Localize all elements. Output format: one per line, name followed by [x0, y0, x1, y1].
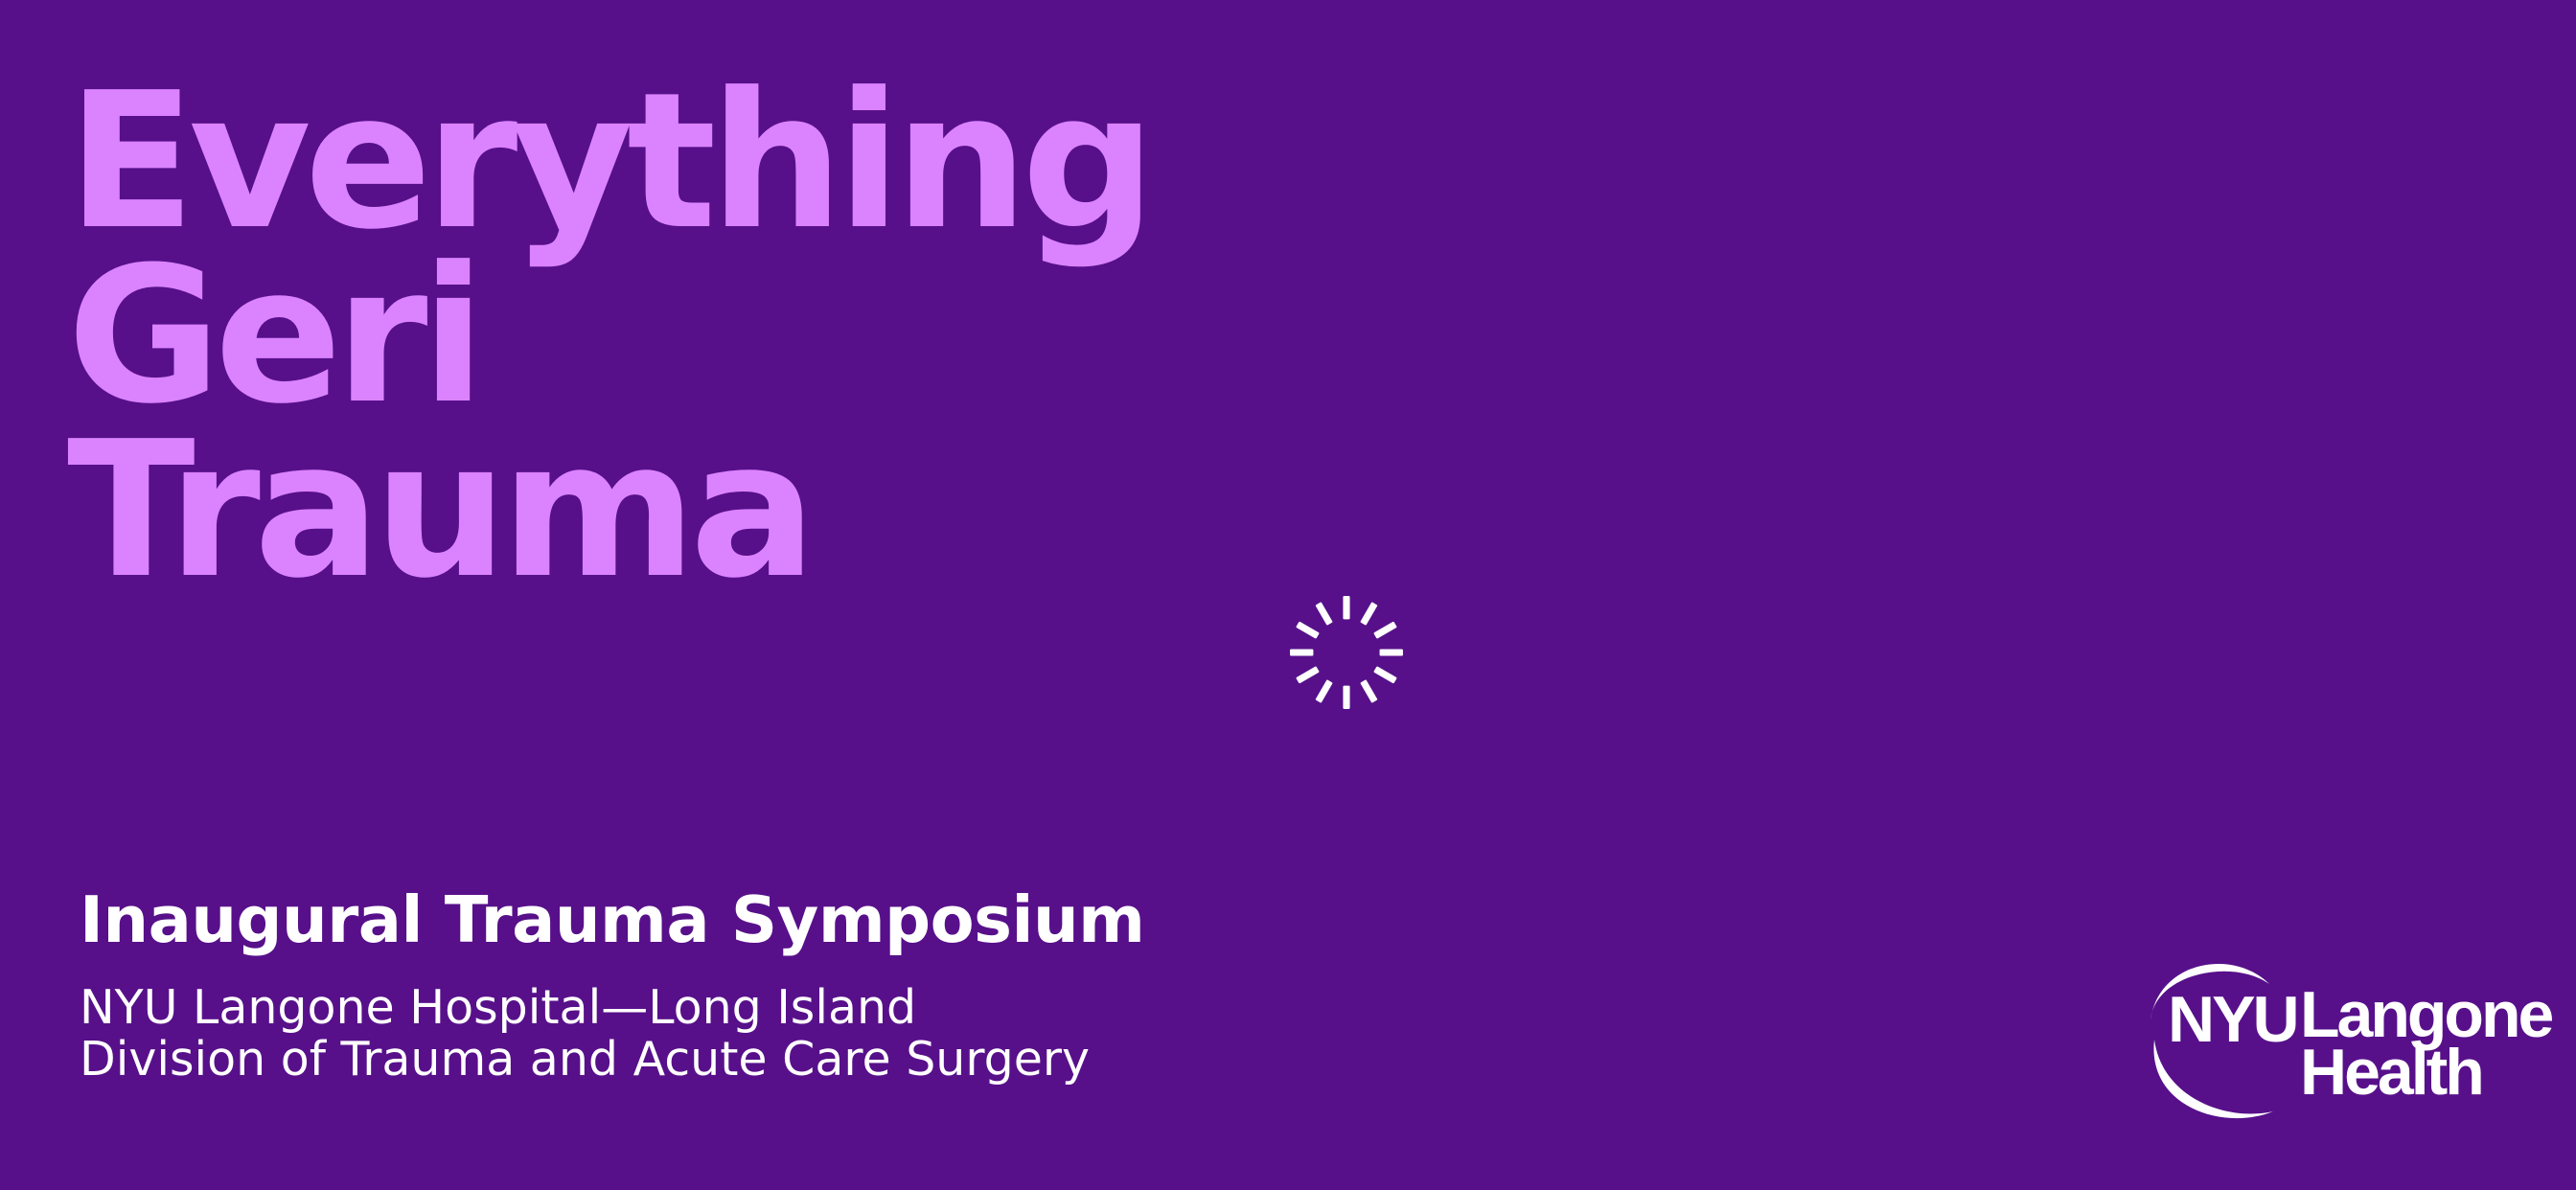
hero-title: Everything Geri Trauma	[67, 53, 1217, 620]
event-host-line-2: Division of Trauma and Acute Care Surger…	[80, 1032, 1091, 1087]
event-host: NYU Langone Hospital—Long Island Divisio…	[80, 982, 1090, 1086]
logo-nyu-text: NYU	[2168, 983, 2300, 1056]
hero-title-line-1: Everything	[67, 53, 1156, 271]
logo-wordmark: Langone Health	[2300, 978, 2554, 1109]
hero-title-line-2: Geri	[67, 227, 486, 446]
event-name: Inaugural Trauma Symposium	[80, 882, 1145, 957]
event-host-line-1: NYU Langone Hospital—Long Island	[80, 980, 917, 1035]
hero-title-line-3: Trauma	[67, 401, 816, 620]
loading-spinner-icon	[1290, 596, 1403, 709]
logo-word-line-1: Langone	[2300, 978, 2554, 1051]
video-title-card: Everything Geri Trauma Inaugural Trauma …	[0, 0, 2576, 1190]
logo-word-line-2: Health	[2300, 1036, 2485, 1109]
nyu-langone-health-logo: NYU Langone Health	[2137, 953, 2554, 1135]
